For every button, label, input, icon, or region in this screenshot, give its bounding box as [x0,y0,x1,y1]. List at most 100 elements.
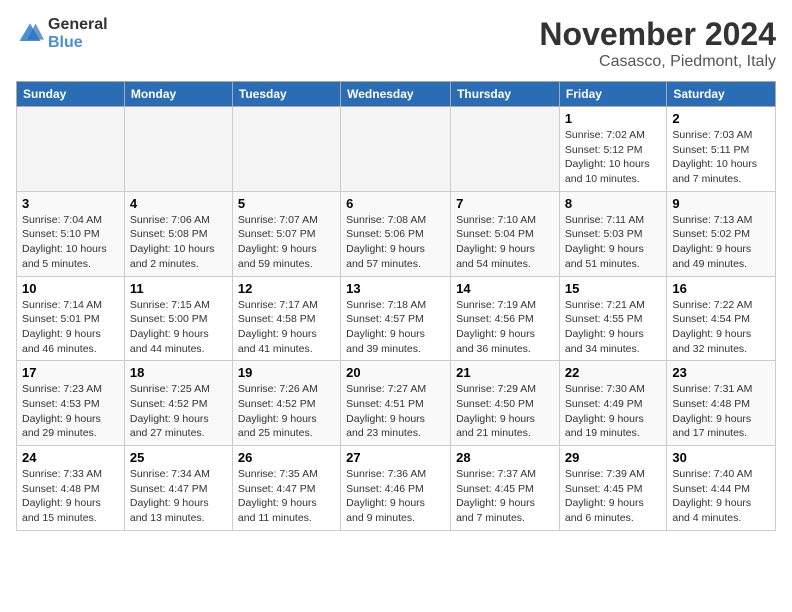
day-number: 23 [672,365,770,380]
day-number: 15 [565,281,661,296]
day-info: Sunrise: 7:31 AM Sunset: 4:48 PM Dayligh… [672,382,770,441]
logo-icon [16,20,44,48]
weekday-header: Sunday [17,82,125,107]
day-info: Sunrise: 7:03 AM Sunset: 5:11 PM Dayligh… [672,128,770,187]
calendar-cell: 15 Sunrise: 7:21 AM Sunset: 4:55 PM Dayli… [559,276,666,361]
day-number: 25 [130,450,227,465]
calendar-cell [451,107,560,192]
calendar-cell: 10Sunrise: 7:14 AM Sunset: 5:01 PM Dayli… [17,276,125,361]
day-number: 5 [238,196,335,211]
weekday-header: Saturday [667,82,776,107]
day-info: Sunrise: 7:15 AM Sunset: 5:00 PM Dayligh… [130,298,227,357]
day-info: Sunrise: 7:39 AM Sunset: 4:45 PM Dayligh… [565,467,661,526]
calendar-cell [232,107,340,192]
calendar-week-row: 24Sunrise: 7:33 AM Sunset: 4:48 PM Dayli… [17,446,776,531]
day-number: 26 [238,450,335,465]
calendar-cell: 30 Sunrise: 7:40 AM Sunset: 4:44 PM Dayli… [667,446,776,531]
calendar-cell: 11 Sunrise: 7:15 AM Sunset: 5:00 PM Dayli… [124,276,232,361]
location-title: Casasco, Piedmont, Italy [539,53,776,71]
day-number: 21 [456,365,554,380]
calendar-cell: 26 Sunrise: 7:35 AM Sunset: 4:47 PM Dayli… [232,446,340,531]
day-info: Sunrise: 7:07 AM Sunset: 5:07 PM Dayligh… [238,213,335,272]
calendar-cell: 23 Sunrise: 7:31 AM Sunset: 4:48 PM Dayli… [667,361,776,446]
day-info: Sunrise: 7:17 AM Sunset: 4:58 PM Dayligh… [238,298,335,357]
day-number: 3 [22,196,119,211]
day-number: 19 [238,365,335,380]
day-number: 8 [565,196,661,211]
day-number: 30 [672,450,770,465]
calendar-cell: 18Sunrise: 7:25 AM Sunset: 4:52 PM Dayli… [124,361,232,446]
day-number: 1 [565,111,661,126]
calendar-week-row: 10Sunrise: 7:14 AM Sunset: 5:01 PM Dayli… [17,276,776,361]
day-info: Sunrise: 7:29 AM Sunset: 4:50 PM Dayligh… [456,382,554,441]
calendar-cell: 6Sunrise: 7:08 AM Sunset: 5:06 PM Daylig… [341,191,451,276]
day-info: Sunrise: 7:02 AM Sunset: 5:12 PM Dayligh… [565,128,661,187]
calendar-cell: 19Sunrise: 7:26 AM Sunset: 4:52 PM Dayli… [232,361,340,446]
day-info: Sunrise: 7:18 AM Sunset: 4:57 PM Dayligh… [346,298,445,357]
day-info: Sunrise: 7:06 AM Sunset: 5:08 PM Dayligh… [130,213,227,272]
calendar: SundayMondayTuesdayWednesdayThursdayFrid… [16,81,776,531]
day-info: Sunrise: 7:36 AM Sunset: 4:46 PM Dayligh… [346,467,445,526]
day-info: Sunrise: 7:34 AM Sunset: 4:47 PM Dayligh… [130,467,227,526]
day-number: 10 [22,281,119,296]
calendar-cell: 16Sunrise: 7:22 AM Sunset: 4:54 PM Dayli… [667,276,776,361]
calendar-cell [124,107,232,192]
header-area: General Blue November 2024 Casasco, Pied… [16,16,776,71]
day-number: 4 [130,196,227,211]
calendar-cell: 8Sunrise: 7:11 AM Sunset: 5:03 PM Daylig… [559,191,666,276]
calendar-cell [17,107,125,192]
day-number: 14 [456,281,554,296]
calendar-cell: 2 Sunrise: 7:03 AM Sunset: 5:11 PM Daylig… [667,107,776,192]
day-number: 17 [22,365,119,380]
day-info: Sunrise: 7:40 AM Sunset: 4:44 PM Dayligh… [672,467,770,526]
calendar-header-row: SundayMondayTuesdayWednesdayThursdayFrid… [17,82,776,107]
page: General Blue November 2024 Casasco, Pied… [0,0,792,539]
calendar-cell: 13 Sunrise: 7:18 AM Sunset: 4:57 PM Dayli… [341,276,451,361]
day-number: 11 [130,281,227,296]
calendar-cell: 29 Sunrise: 7:39 AM Sunset: 4:45 PM Dayli… [559,446,666,531]
day-number: 2 [672,111,770,126]
logo-text: General Blue [48,16,108,52]
day-number: 7 [456,196,554,211]
day-number: 13 [346,281,445,296]
day-info: Sunrise: 7:23 AM Sunset: 4:53 PM Dayligh… [22,382,119,441]
day-number: 16 [672,281,770,296]
day-info: Sunrise: 7:10 AM Sunset: 5:04 PM Dayligh… [456,213,554,272]
month-title: November 2024 [539,16,776,53]
calendar-cell: 3 Sunrise: 7:04 AM Sunset: 5:10 PM Daylig… [17,191,125,276]
day-info: Sunrise: 7:37 AM Sunset: 4:45 PM Dayligh… [456,467,554,526]
day-info: Sunrise: 7:13 AM Sunset: 5:02 PM Dayligh… [672,213,770,272]
day-number: 22 [565,365,661,380]
day-number: 20 [346,365,445,380]
calendar-cell: 21 Sunrise: 7:29 AM Sunset: 4:50 PM Dayli… [451,361,560,446]
weekday-header: Thursday [451,82,560,107]
weekday-header: Wednesday [341,82,451,107]
calendar-cell: 9 Sunrise: 7:13 AM Sunset: 5:02 PM Daylig… [667,191,776,276]
calendar-cell: 14 Sunrise: 7:19 AM Sunset: 4:56 PM Dayli… [451,276,560,361]
weekday-header: Tuesday [232,82,340,107]
calendar-cell: 28Sunrise: 7:37 AM Sunset: 4:45 PM Dayli… [451,446,560,531]
title-area: November 2024 Casasco, Piedmont, Italy [539,16,776,71]
day-info: Sunrise: 7:19 AM Sunset: 4:56 PM Dayligh… [456,298,554,357]
day-info: Sunrise: 7:35 AM Sunset: 4:47 PM Dayligh… [238,467,335,526]
calendar-cell: 25 Sunrise: 7:34 AM Sunset: 4:47 PM Dayli… [124,446,232,531]
day-info: Sunrise: 7:30 AM Sunset: 4:49 PM Dayligh… [565,382,661,441]
day-number: 6 [346,196,445,211]
calendar-cell: 4 Sunrise: 7:06 AM Sunset: 5:08 PM Daylig… [124,191,232,276]
calendar-cell: 17 Sunrise: 7:23 AM Sunset: 4:53 PM Dayli… [17,361,125,446]
day-info: Sunrise: 7:21 AM Sunset: 4:55 PM Dayligh… [565,298,661,357]
day-number: 18 [130,365,227,380]
calendar-cell: 24Sunrise: 7:33 AM Sunset: 4:48 PM Dayli… [17,446,125,531]
day-number: 9 [672,196,770,211]
calendar-cell: 1 Sunrise: 7:02 AM Sunset: 5:12 PM Daylig… [559,107,666,192]
logo: General Blue [16,16,108,52]
weekday-header: Monday [124,82,232,107]
logo-general: General [48,16,108,33]
day-info: Sunrise: 7:04 AM Sunset: 5:10 PM Dayligh… [22,213,119,272]
day-info: Sunrise: 7:27 AM Sunset: 4:51 PM Dayligh… [346,382,445,441]
calendar-week-row: 17 Sunrise: 7:23 AM Sunset: 4:53 PM Dayli… [17,361,776,446]
calendar-cell: 20 Sunrise: 7:27 AM Sunset: 4:51 PM Dayli… [341,361,451,446]
logo-blue: Blue [48,34,83,51]
calendar-cell: 7 Sunrise: 7:10 AM Sunset: 5:04 PM Daylig… [451,191,560,276]
day-number: 29 [565,450,661,465]
